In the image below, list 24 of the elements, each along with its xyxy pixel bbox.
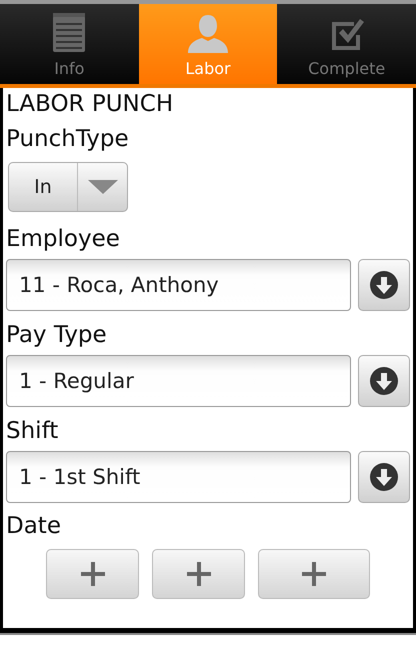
plus-icon [80,562,104,586]
dropdown-button[interactable] [358,451,410,503]
notepad-icon [52,13,86,53]
field-label: Date [6,512,61,541]
input-field[interactable]: 1 - Regular [6,355,351,407]
field-label: Shift [6,417,58,446]
section-title: LABOR PUNCH [6,90,174,119]
increment-button[interactable] [46,549,139,599]
field-label: Employee [6,225,120,254]
increment-button[interactable] [258,549,370,599]
dropdown-button[interactable] [358,259,410,311]
punch-type-dropdown[interactable]: In [8,162,128,212]
field-label: Pay Type [6,321,107,350]
input-field[interactable]: 11 - Roca, Anthony [6,259,351,311]
tab[interactable]: Complete [277,4,416,84]
field-label: PunchType [6,125,129,154]
plus-icon [302,562,326,586]
tab[interactable]: Info [0,4,139,84]
increment-button[interactable] [152,549,245,599]
dropdown-button[interactable] [358,355,410,407]
triangle-icon [88,180,118,194]
input-field[interactable]: 1 - 1st Shift [6,451,351,503]
plus-icon [186,562,210,586]
person-icon [186,13,230,53]
